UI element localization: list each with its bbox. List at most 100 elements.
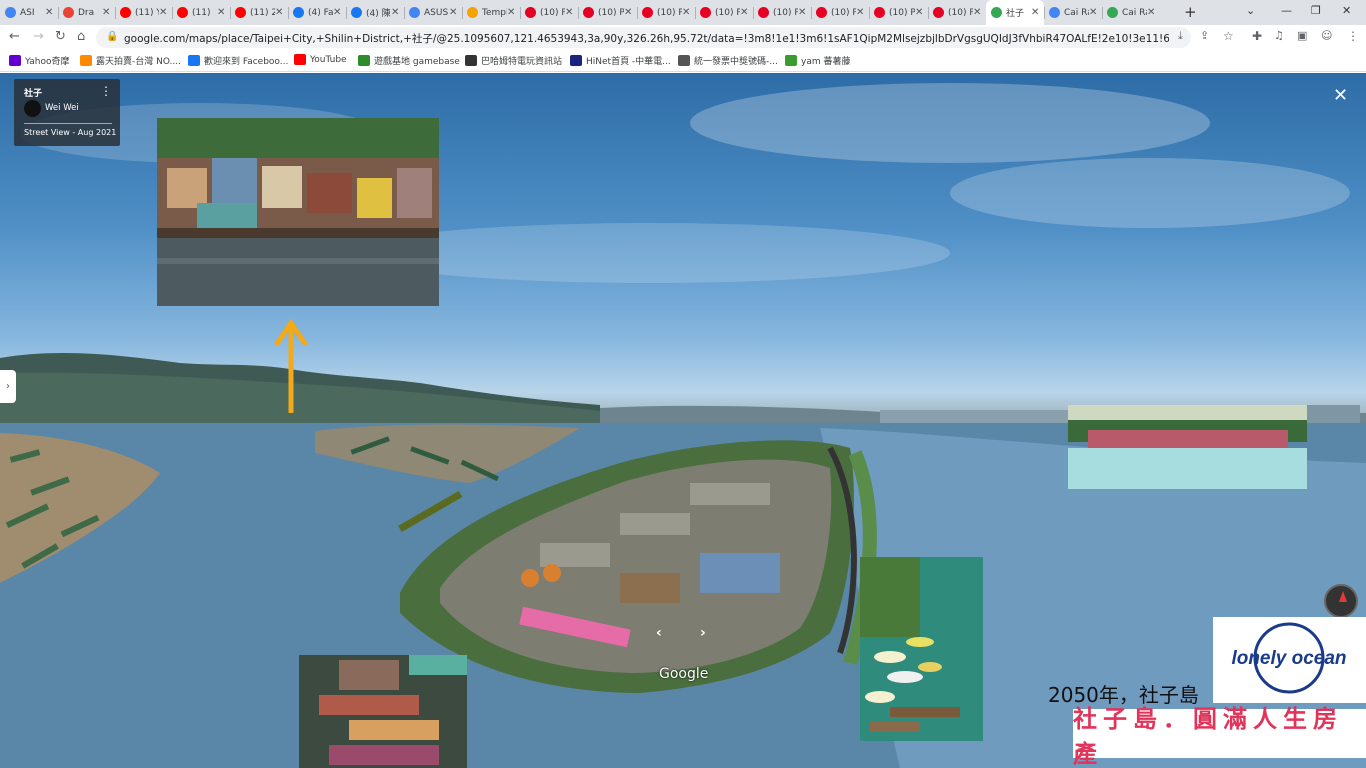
media-icon[interactable]: ♫ [1274,29,1284,42]
bookmarks-bar: Yahoo奇摩 露天拍賣-台灣 NO.... 歡迎來到 Faceboo... YouT… [0,50,1366,72]
pinterest-icon [874,7,885,18]
tab[interactable]: (10) Pin✕ [520,0,578,25]
close-tab-icon[interactable]: ✕ [856,7,866,18]
close-tab-icon[interactable]: ✕ [275,7,285,18]
tab-title: Dra [78,7,95,18]
bookmark-label: 露天拍賣-台灣 NO.... [96,57,182,67]
tab[interactable]: (10) Pin✕ [695,0,753,25]
close-tab-icon[interactable]: ✕ [973,7,983,18]
bookmark-label: 巴哈姆特電玩資訊站 [481,57,563,67]
profile-avatar-icon[interactable]: ☺ [1321,29,1332,42]
forward-icon[interactable]: → [33,29,44,44]
close-street-view-button[interactable]: ✕ [1333,85,1348,106]
more-options-icon[interactable]: ⋮ [100,84,112,98]
tab[interactable]: ASI ✕ [0,0,58,25]
tab-title: (10) Pin [657,7,682,18]
close-tab-icon[interactable]: ✕ [740,7,750,18]
close-tab-icon[interactable]: ✕ [391,7,401,18]
lock-icon[interactable]: 🔒 [106,31,118,42]
stilt-houses-photo [157,118,439,306]
bookmark-item[interactable]: HiNet首頁 -中華電... [570,54,671,67]
bookmark-item[interactable]: 巴哈姆特電玩資訊站 [465,54,562,67]
tab[interactable]: (10) Pin✕ [753,0,811,25]
close-tab-icon[interactable]: ✕ [333,7,343,18]
tab[interactable]: Cai Ran✕ [1044,0,1102,25]
tab[interactable]: Cai Ran✕ [1102,0,1160,25]
url-text[interactable]: google.com/maps/place/Taipei+City,+Shili… [124,31,1169,46]
bookmark-favicon-icon [785,55,797,66]
avatar[interactable] [24,100,41,117]
tab-separator [230,7,231,19]
nav-right-arrow[interactable]: › [700,625,706,641]
google-logo: Google [659,666,709,682]
boat-vendors-photo [299,655,467,768]
place-title[interactable]: 社子 [24,86,42,99]
pinterest-icon [758,7,769,18]
street-view-panorama[interactable]: 社子 ⋮ Wei Wei Street View - Aug 2021 ✕ › … [0,73,1366,768]
menu-icon[interactable]: ⋮ [1347,29,1359,43]
close-tab-icon[interactable]: ✕ [682,7,692,18]
tab[interactable]: (10) Pin✕ [578,0,637,25]
tab[interactable]: (10) Pin✕ [928,0,986,25]
contributor-name[interactable]: Wei Wei [45,103,79,113]
tab[interactable]: (11) ✕ [172,0,230,25]
tab-title: Cai Ran [1122,7,1147,18]
bookmark-item[interactable]: 遊戲基地 gamebase [358,54,460,67]
tab[interactable]: (10) Pin✕ [869,0,928,25]
bookmark-item[interactable]: Yahoo奇摩 [9,54,70,67]
tab[interactable]: Temple✕ [462,0,520,25]
tab-search-icon[interactable]: ⌄ [1246,4,1255,17]
tab[interactable]: (4) 陳 ✕ [346,0,404,25]
compass-icon[interactable] [1324,584,1358,618]
close-tab-icon[interactable]: ✕ [915,7,925,18]
close-tab-icon[interactable]: ✕ [798,7,808,18]
nav-left-arrow[interactable]: ‹ [656,625,662,641]
share-icon[interactable]: ⇪ [1200,29,1209,42]
new-tab-button[interactable]: + [1184,3,1197,21]
close-tab-icon[interactable]: ✕ [1089,7,1099,18]
street-view-info-card[interactable]: 社子 ⋮ Wei Wei Street View - Aug 2021 [14,79,120,146]
maximize-button[interactable]: ❐ [1311,4,1321,17]
tab[interactable]: (4) Face✕ [288,0,346,25]
bookmark-item[interactable]: 露天拍賣-台灣 NO.... [80,54,181,67]
bookmark-item[interactable]: YouTube [294,54,347,65]
close-window-button[interactable]: ✕ [1342,4,1351,17]
close-tab-icon[interactable]: ✕ [565,7,575,18]
sidepanel-icon[interactable]: ▣ [1297,29,1307,42]
close-tab-icon[interactable]: ✕ [45,7,55,18]
extensions-icon[interactable]: ✚ [1252,29,1262,43]
tab[interactable]: (11) Yo✕ [115,0,172,25]
bookmark-item[interactable]: 統一發票中獎號碼-... [678,54,778,67]
close-tab-icon[interactable]: ✕ [507,7,517,18]
close-tab-icon[interactable]: ✕ [217,7,227,18]
home-icon[interactable]: ⌂ [77,29,85,44]
back-icon[interactable]: ← [9,29,20,44]
facebook-icon [351,7,362,18]
close-tab-icon[interactable]: ✕ [159,7,169,18]
minimize-button[interactable]: — [1281,4,1292,17]
tab[interactable]: (10) Pin✕ [637,0,695,25]
close-tab-icon[interactable]: ✕ [1031,7,1041,18]
close-tab-icon[interactable]: ✕ [1147,7,1157,18]
close-tab-icon[interactable]: ✕ [449,7,459,18]
riverside-village-photo [1068,405,1307,489]
bookmark-item[interactable]: yam 蕃薯藤 [785,54,850,67]
youtube-icon [120,7,131,18]
install-icon[interactable]: ⤓ [1178,29,1183,43]
tab-title: (11) [192,7,211,18]
tab[interactable]: ASUS V✕ [404,0,462,25]
divider [24,123,112,124]
tab[interactable]: (11) 20✕ [230,0,288,25]
tab-title: (11) Yo [135,7,159,18]
close-tab-icon[interactable]: ✕ [102,7,112,18]
close-tab-icon[interactable]: ✕ [624,7,634,18]
bookmark-star-icon[interactable]: ☆ [1223,29,1234,43]
tab-separator [1044,7,1045,19]
tab[interactable]: 社子 ✕ [986,0,1044,25]
tab[interactable]: Dra ✕ [58,0,115,25]
address-bar[interactable]: 🔒 google.com/maps/place/Taipei+City,+Shi… [96,27,1191,48]
expand-panel-button[interactable]: › [0,370,16,403]
bookmark-item[interactable]: 歡迎來到 Faceboo... [188,54,288,67]
tab[interactable]: (10) Pin✕ [811,0,869,25]
reload-icon[interactable]: ↻ [55,29,66,44]
